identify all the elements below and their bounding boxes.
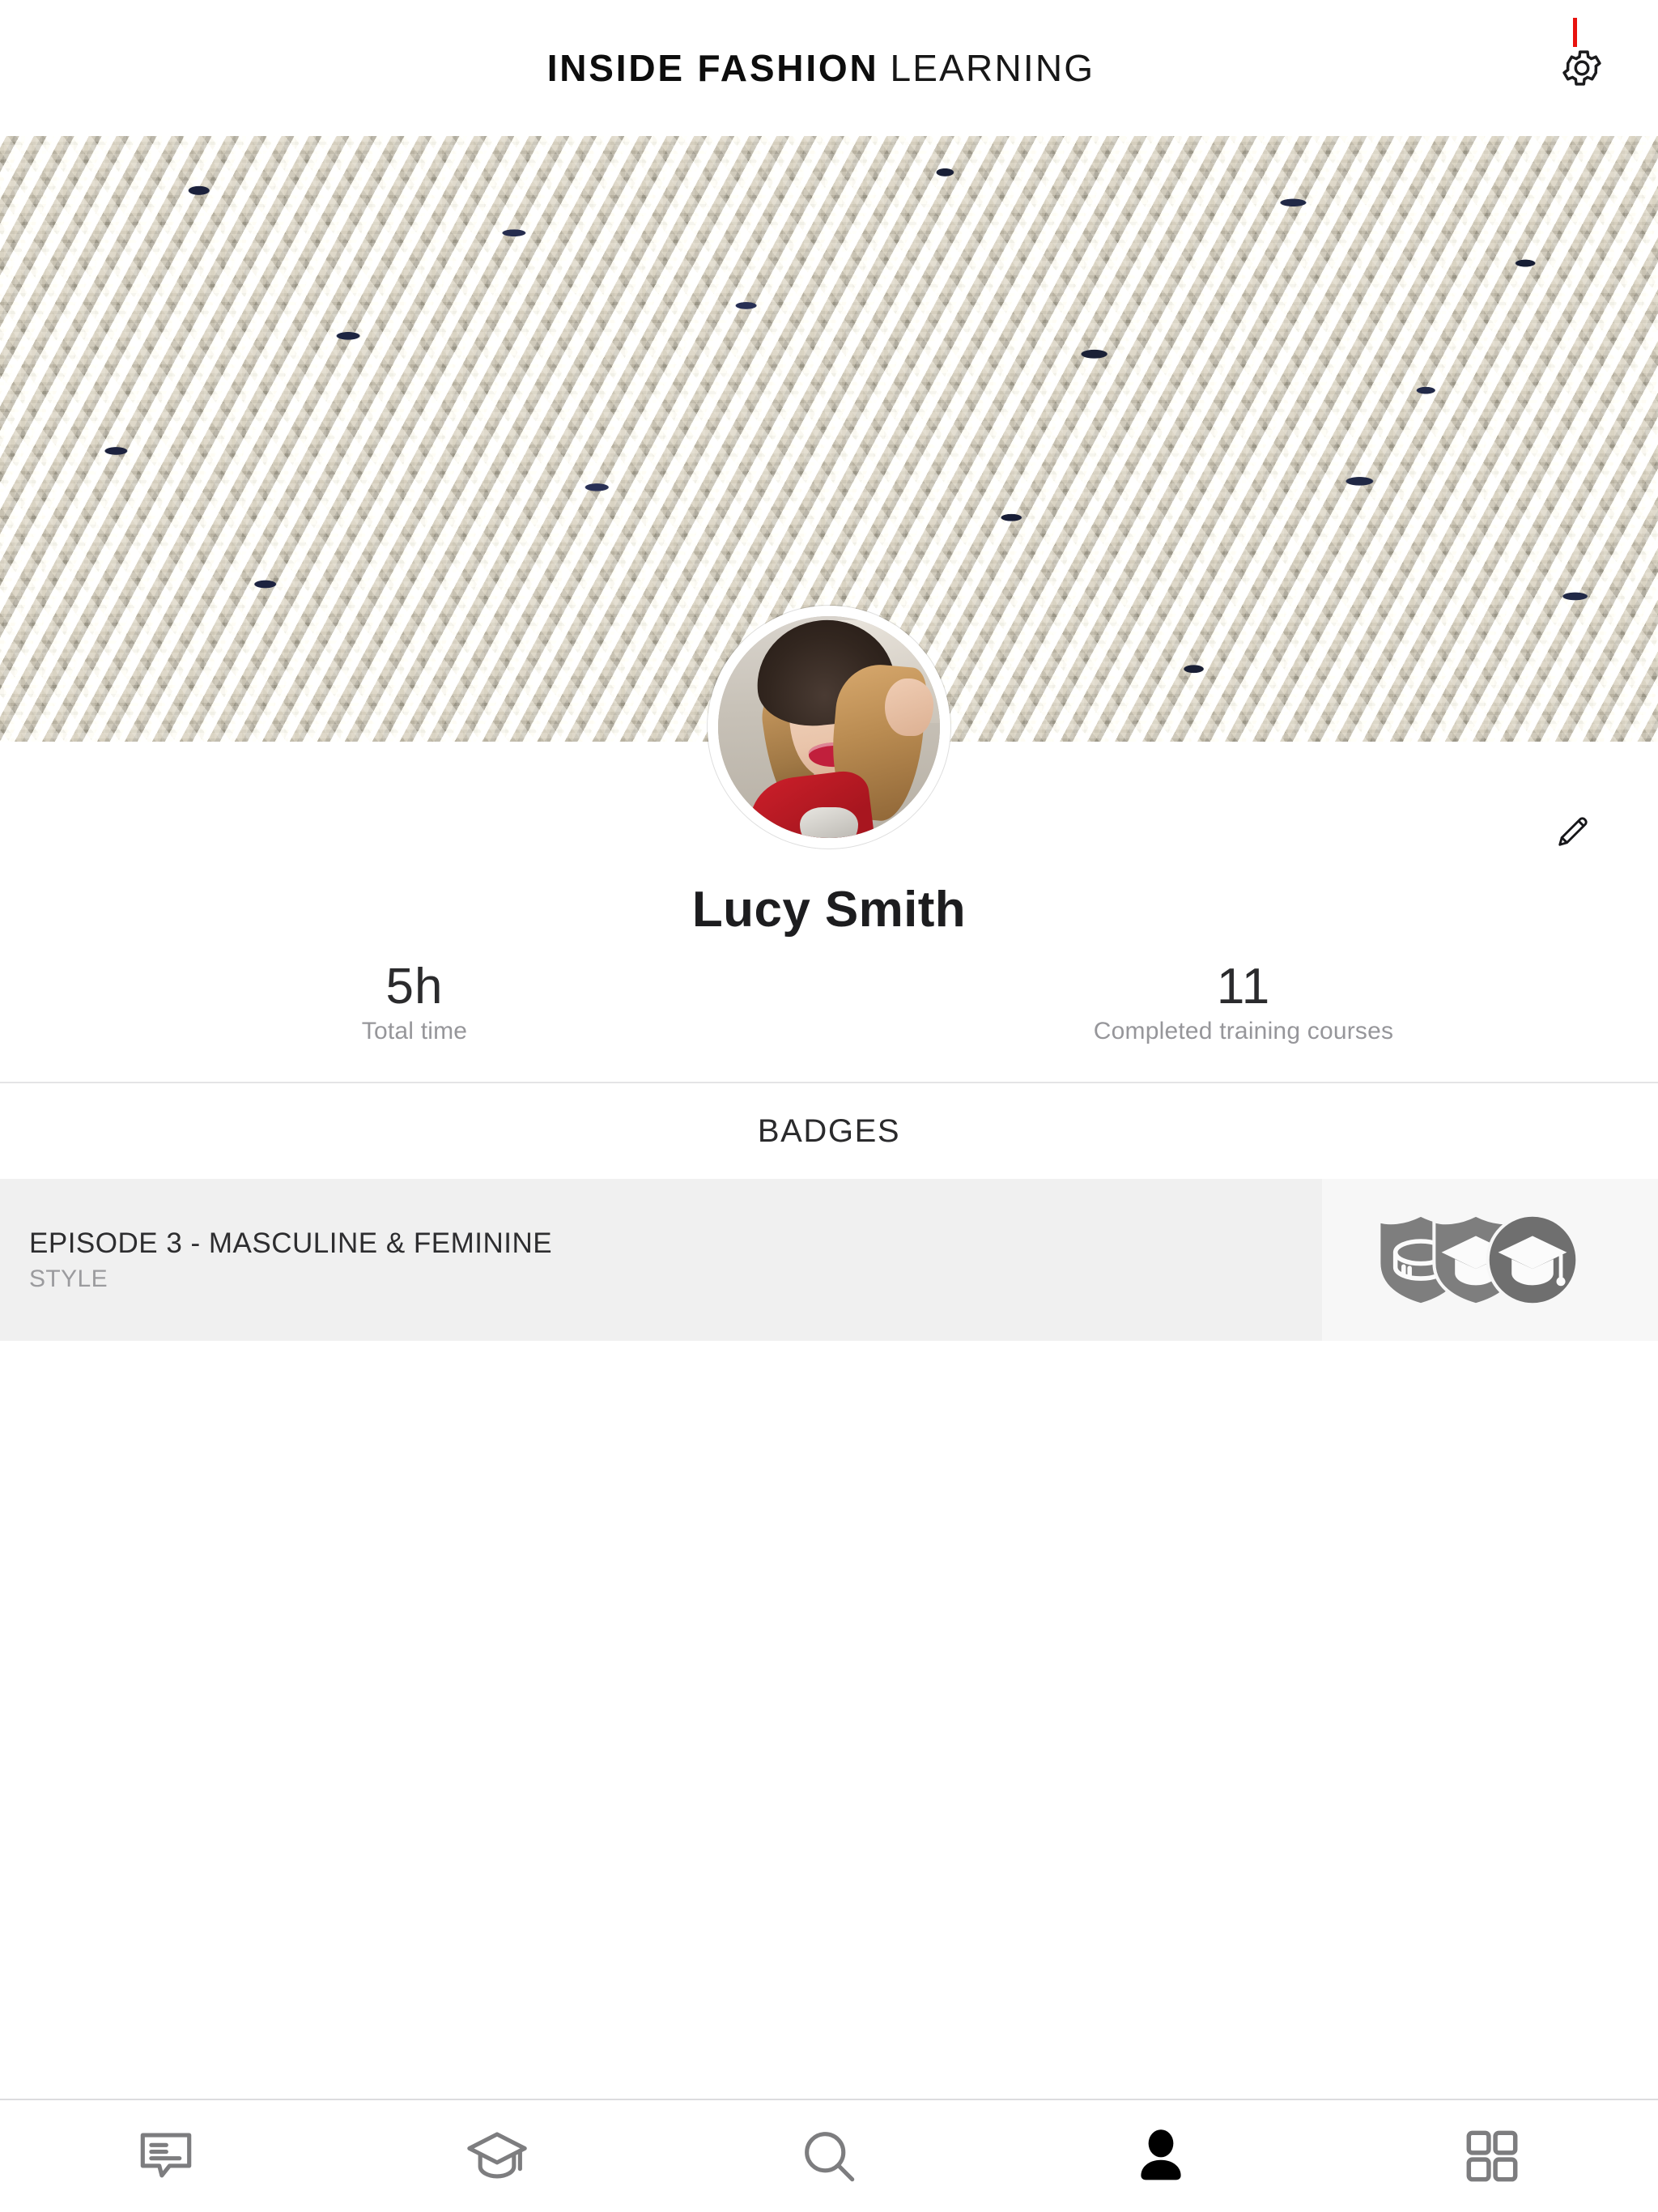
badge-icon-group: [1322, 1179, 1658, 1341]
bottom-navigation-bar: [0, 2099, 1658, 2212]
badge-stack: [1373, 1212, 1608, 1308]
profile-stats: 5h Total time 11 Completed training cour…: [0, 960, 1658, 1045]
stat-total-time: 5h Total time: [0, 960, 829, 1045]
stat-value: 5h: [385, 959, 444, 1015]
page-title: Lucy Smith: [691, 882, 967, 938]
chat-icon: [140, 2133, 192, 2178]
person-icon: [1140, 2129, 1181, 2180]
logo-primary-text: INSIDE FASHION: [546, 47, 879, 89]
nav-item-search[interactable]: [663, 2100, 995, 2212]
search-icon: [805, 2132, 855, 2182]
stat-label: Total time: [361, 1018, 468, 1045]
nav-item-profile[interactable]: [995, 2100, 1327, 2212]
profile-section: Lucy Smith 5h Total time 11 Completed tr…: [0, 606, 1658, 1082]
avatar-photo: [718, 616, 940, 838]
top-bar: INSIDE FASHION LEARNING: [0, 0, 1658, 136]
stat-label: Completed training courses: [1093, 1018, 1394, 1045]
badges-heading: BADGES: [0, 1083, 1658, 1179]
gear-icon: [1562, 50, 1601, 86]
graduation-cap-icon: [467, 2132, 528, 2179]
nav-item-learning[interactable]: [332, 2100, 664, 2212]
avatar-hand: [884, 678, 933, 736]
stat-completed-courses: 11 Completed training courses: [829, 960, 1658, 1045]
content-spacer: [0, 1341, 1658, 2099]
avatar[interactable]: [708, 606, 950, 849]
settings-button[interactable]: [1556, 42, 1608, 94]
list-item[interactable]: EPISODE 3 - MASCULINE & FEMININE STYLE: [0, 1179, 1658, 1341]
edit-profile-button[interactable]: [1548, 806, 1598, 857]
badge-text-group: EPISODE 3 - MASCULINE & FEMININE STYLE: [0, 1227, 552, 1293]
app-root: INSIDE FASHION LEARNING Lucy Smith 5h To…: [0, 0, 1658, 2212]
circle-graduation-badge-icon: [1486, 1213, 1579, 1307]
avatar-scarf: [800, 806, 858, 838]
pencil-icon: [1558, 817, 1588, 846]
badge-subtitle: STYLE: [29, 1265, 108, 1292]
nav-item-more[interactable]: [1326, 2100, 1658, 2212]
logo-secondary-text: LEARNING: [890, 47, 1095, 89]
nav-item-chat[interactable]: [0, 2100, 332, 2212]
grid-icon: [1466, 2130, 1518, 2182]
stat-value: 11: [1216, 959, 1271, 1015]
app-logo: INSIDE FASHION LEARNING: [547, 46, 1095, 90]
badge-title: EPISODE 3 - MASCULINE & FEMININE: [29, 1227, 553, 1259]
